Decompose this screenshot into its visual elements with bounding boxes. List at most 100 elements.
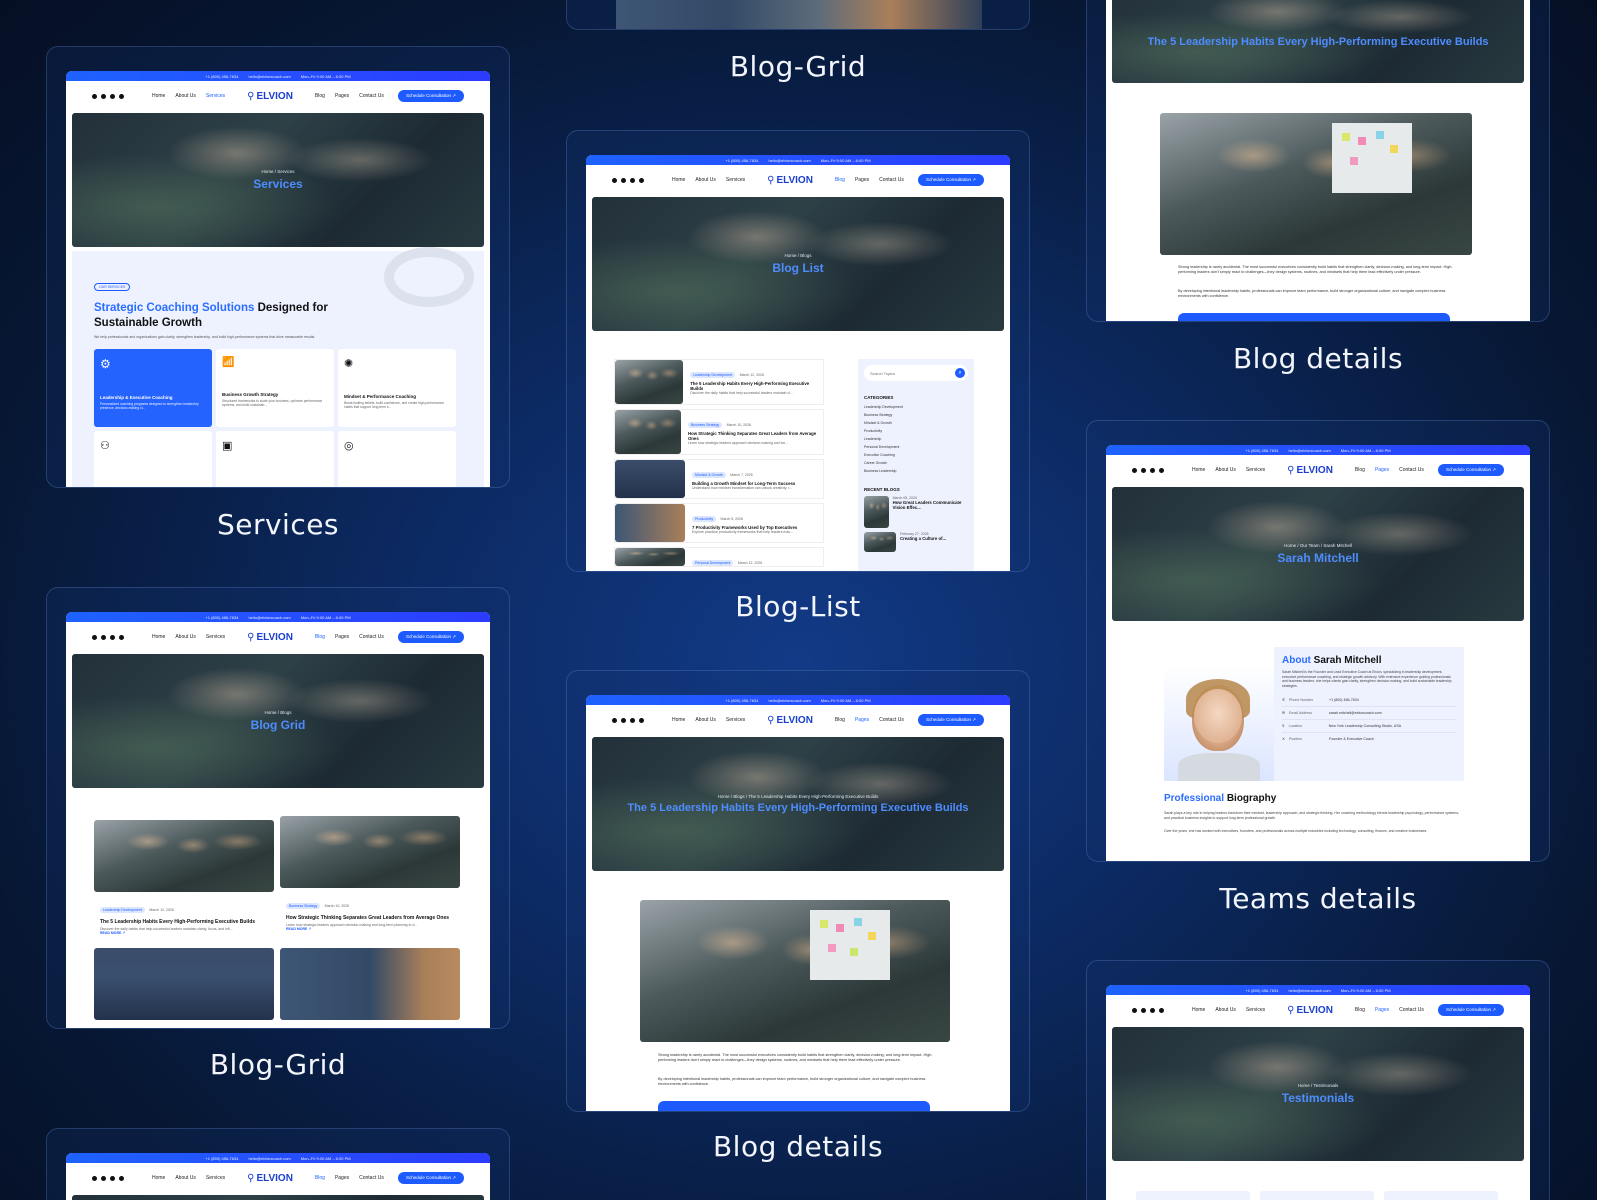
- nav-home[interactable]: Home: [672, 717, 685, 723]
- service-card-5[interactable]: ▣: [216, 430, 334, 487]
- post-tag[interactable]: Business Strategy: [687, 422, 723, 428]
- post-thumbnail[interactable]: [615, 548, 685, 566]
- nav-pages[interactable]: Pages: [335, 634, 349, 640]
- recent-thumbnail[interactable]: [864, 496, 889, 528]
- nav-services[interactable]: Services: [1246, 467, 1265, 473]
- nav-pages[interactable]: Pages: [335, 1175, 349, 1181]
- nav-services[interactable]: Services: [726, 177, 745, 183]
- list-item[interactable]: Personal Development March 12, 2026: [614, 547, 824, 567]
- post-tag[interactable]: Mindset & Growth: [692, 472, 726, 478]
- nav-pages[interactable]: Pages: [1375, 467, 1389, 473]
- nav-pages[interactable]: Pages: [855, 717, 869, 723]
- schedule-consultation-button[interactable]: Schedule Consultation ↗: [917, 714, 984, 726]
- search-input[interactable]: [870, 370, 950, 376]
- logo[interactable]: ⚲ ELVION: [247, 91, 293, 102]
- nav-pages[interactable]: Pages: [335, 93, 349, 99]
- preview-card-blog-list[interactable]: +1 (800) 456-7634 hello@elvioncoach.com …: [566, 130, 1030, 572]
- nav-blog[interactable]: Blog: [315, 93, 325, 99]
- schedule-consultation-button[interactable]: Schedule Consultation ↗: [397, 631, 464, 643]
- category-link[interactable]: Productivity: [864, 427, 968, 435]
- instagram-icon[interactable]: [621, 177, 626, 183]
- post-thumbnail[interactable]: [615, 360, 684, 404]
- post-title[interactable]: The 5 Leadership Habits Every High-Perfo…: [100, 919, 268, 925]
- x-icon[interactable]: [1150, 467, 1155, 473]
- logo[interactable]: ⚲ ELVION: [767, 175, 813, 186]
- post-image[interactable]: [280, 816, 460, 888]
- recent-thumbnail[interactable]: [864, 532, 896, 552]
- read-more-link[interactable]: READ MORE ↗: [100, 931, 268, 935]
- youtube-icon[interactable]: [639, 717, 644, 723]
- post-title[interactable]: The 5 Leadership Habits Every High-Perfo…: [690, 381, 820, 391]
- service-card-mindset[interactable]: ✺ Mindset & Performance Coaching Break l…: [338, 348, 456, 427]
- recent-item[interactable]: March 08, 2026 How Great Leaders Communic…: [864, 496, 968, 528]
- schedule-consultation-button[interactable]: Schedule Consultation ↗: [397, 90, 464, 102]
- category-link[interactable]: Career Growth: [864, 459, 968, 467]
- post-thumbnail[interactable]: [615, 504, 685, 542]
- nav-about[interactable]: About Us: [695, 177, 716, 183]
- youtube-icon[interactable]: [119, 1175, 124, 1181]
- youtube-icon[interactable]: [1159, 467, 1164, 473]
- recent-item[interactable]: February 27, 2026 Creating a Culture of..…: [864, 532, 968, 552]
- post-image[interactable]: [94, 948, 274, 1020]
- category-link[interactable]: Mindset & Growth: [864, 419, 968, 427]
- nav-blog[interactable]: Blog: [835, 177, 845, 183]
- post-card[interactable]: Business Strategy March 10, 2026 How Str…: [280, 890, 460, 935]
- nav-services[interactable]: Services: [1246, 1007, 1265, 1013]
- nav-services[interactable]: Services: [726, 717, 745, 723]
- nav-home[interactable]: Home: [1192, 467, 1205, 473]
- article-cta-bar[interactable]: [1178, 313, 1450, 321]
- nav-about[interactable]: About Us: [175, 634, 196, 640]
- post-tag[interactable]: Business Strategy: [286, 903, 321, 909]
- nav-home[interactable]: Home: [152, 1175, 165, 1181]
- preview-card-testimonials[interactable]: +1 (800) 456-7634 hello@elvioncoach.com …: [1086, 960, 1550, 1200]
- nav-about[interactable]: About Us: [1215, 1007, 1236, 1013]
- nav-contact[interactable]: Contact Us: [359, 1175, 384, 1181]
- nav-services[interactable]: Services: [206, 1175, 225, 1181]
- youtube-icon[interactable]: [119, 93, 124, 99]
- nav-blog[interactable]: Blog: [315, 634, 325, 640]
- post-title[interactable]: How Strategic Thinking Separates Great L…: [286, 915, 454, 921]
- service-card-4[interactable]: ⚇: [94, 430, 212, 487]
- category-link[interactable]: Personal Development: [864, 443, 968, 451]
- facebook-icon[interactable]: [1132, 1007, 1137, 1013]
- nav-services[interactable]: Services: [206, 634, 225, 640]
- preview-card-blog-details-right[interactable]: The 5 Leadership Habits Every High-Perfo…: [1086, 0, 1550, 322]
- service-card-growth[interactable]: 📶 Business Growth Strategy Structured fr…: [216, 348, 334, 427]
- facebook-icon[interactable]: [92, 1175, 97, 1181]
- x-icon[interactable]: [1150, 1007, 1155, 1013]
- service-card-6[interactable]: ◎: [338, 430, 456, 487]
- nav-home[interactable]: Home: [152, 93, 165, 99]
- nav-about[interactable]: About Us: [695, 717, 716, 723]
- nav-blog[interactable]: Blog: [1355, 1007, 1365, 1013]
- nav-contact[interactable]: Contact Us: [359, 93, 384, 99]
- post-thumbnail[interactable]: [615, 410, 681, 454]
- post-tag[interactable]: Leadership Development: [690, 372, 736, 378]
- preview-card-teams-details[interactable]: +1 (800) 456-7634 hello@elvioncoach.com …: [1086, 420, 1550, 862]
- x-icon[interactable]: [110, 1175, 115, 1181]
- category-link[interactable]: Leadership: [864, 435, 968, 443]
- nav-contact[interactable]: Contact Us: [359, 634, 384, 640]
- list-item[interactable]: Business Strategy March 10, 2026 How Str…: [614, 409, 824, 455]
- recent-title[interactable]: How Great Leaders Communicate Vision Eff…: [893, 500, 968, 510]
- schedule-consultation-button[interactable]: Schedule Consultation ↗: [917, 174, 984, 186]
- preview-card-blog-details[interactable]: +1 (800) 456-7634 hello@elvioncoach.com …: [566, 670, 1030, 1112]
- info-value[interactable]: +1 (800) 456-7634: [1329, 698, 1359, 702]
- nav-blog[interactable]: Blog: [835, 717, 845, 723]
- nav-home[interactable]: Home: [152, 634, 165, 640]
- youtube-icon[interactable]: [639, 177, 644, 183]
- x-icon[interactable]: [110, 634, 115, 640]
- schedule-consultation-button[interactable]: Schedule Consultation ↗: [1437, 464, 1504, 476]
- post-image[interactable]: [94, 820, 274, 892]
- nav-home[interactable]: Home: [672, 177, 685, 183]
- instagram-icon[interactable]: [621, 717, 626, 723]
- preview-card-services[interactable]: +1 (800) 456-7634 hello@elvioncoach.com …: [46, 46, 510, 488]
- nav-blog[interactable]: Blog: [315, 1175, 325, 1181]
- facebook-icon[interactable]: [1132, 467, 1137, 473]
- category-link[interactable]: Business Strategy: [864, 411, 968, 419]
- read-more-link[interactable]: READ MORE ↗: [286, 927, 454, 931]
- instagram-icon[interactable]: [101, 1175, 106, 1181]
- nav-about[interactable]: About Us: [175, 93, 196, 99]
- article-cta-bar[interactable]: [658, 1101, 930, 1111]
- x-icon[interactable]: [630, 177, 635, 183]
- info-value[interactable]: sarah.mitchell@elvioncoach.com: [1329, 711, 1382, 715]
